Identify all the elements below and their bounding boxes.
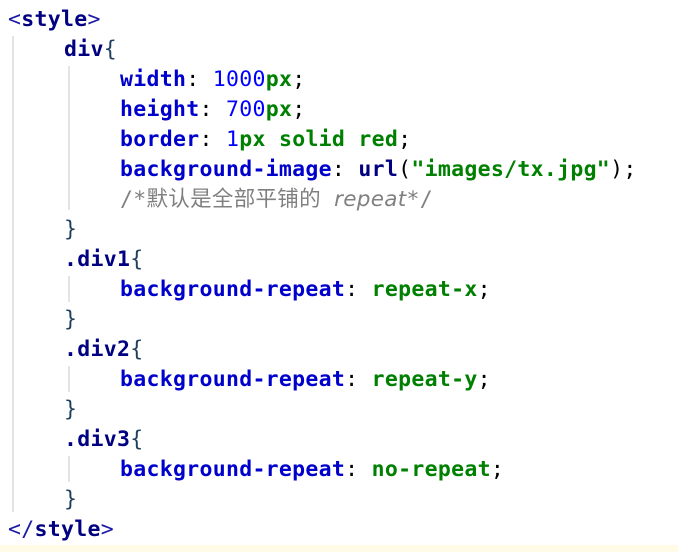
- unit-value: px: [265, 97, 293, 122]
- tag-name-style: style: [34, 517, 101, 542]
- css-selector-div2: .div2: [64, 337, 131, 362]
- keyword-value: no-repeat: [371, 457, 491, 482]
- code-line-18: </style>: [8, 515, 114, 545]
- function-name: url: [358, 157, 399, 182]
- keyword-value: repeat-x: [371, 277, 478, 302]
- code-line-3: width: 1000px;: [120, 65, 305, 95]
- tag-name-style: style: [21, 7, 88, 32]
- css-property: border: [120, 127, 200, 152]
- indent-guide-div2: [68, 366, 70, 392]
- close-brace: }: [64, 397, 78, 422]
- code-line-9: .div1{: [64, 245, 143, 275]
- tag-open-bracket: </: [8, 517, 35, 542]
- keyword-value: px solid red: [239, 127, 399, 152]
- css-property: background-repeat: [120, 277, 346, 302]
- semicolon: ;: [623, 157, 637, 182]
- code-line-12: .div2{: [64, 335, 143, 365]
- colon: :: [345, 457, 359, 482]
- indent-guide-div1: [68, 276, 70, 302]
- indent-guide-div: [68, 66, 70, 210]
- css-selector-div: div: [64, 37, 104, 62]
- colon: :: [199, 97, 213, 122]
- comment-text: /*默认是全部平铺的: [120, 187, 335, 212]
- indent-guide-div3: [68, 456, 70, 482]
- semicolon: ;: [292, 67, 306, 92]
- comment-italic-text: repeat: [334, 187, 407, 212]
- code-line-10: background-repeat: repeat-x;: [120, 275, 491, 305]
- semicolon: ;: [398, 127, 412, 152]
- semicolon: ;: [477, 367, 491, 392]
- semicolon: ;: [490, 457, 505, 482]
- css-property: background-repeat: [120, 457, 346, 482]
- tag-close-bracket: >: [100, 517, 114, 542]
- close-brace: }: [64, 217, 78, 242]
- code-line-8: }: [64, 215, 77, 245]
- indent-guide-outer: [12, 36, 14, 512]
- number-value: 700: [225, 97, 266, 122]
- css-property: height: [120, 97, 200, 122]
- close-paren: ): [610, 157, 624, 182]
- number-value: 1000: [212, 67, 266, 92]
- code-line-4: height: 700px;: [120, 95, 305, 125]
- code-line-11: }: [64, 305, 77, 335]
- tag-close-bracket: >: [87, 7, 101, 32]
- comment-end: */: [406, 187, 433, 212]
- close-brace: }: [64, 487, 78, 512]
- open-brace: {: [130, 427, 144, 452]
- colon: :: [186, 67, 200, 92]
- colon: :: [331, 157, 346, 182]
- code-line-2: div{: [64, 35, 117, 65]
- code-line-15: .div3{: [64, 425, 143, 455]
- colon: :: [345, 277, 359, 302]
- close-brace: }: [64, 307, 78, 332]
- code-line-14: }: [64, 395, 77, 425]
- unit-value: px: [265, 67, 293, 92]
- code-line-6: background-image: url("images/tx.jpg");: [120, 155, 637, 185]
- css-selector-div1: .div1: [64, 247, 131, 272]
- code-editor[interactable]: <style> div{ width: 1000px; height: 700p…: [0, 0, 678, 552]
- open-brace: {: [130, 247, 144, 272]
- css-property: width: [120, 67, 187, 92]
- open-brace: {: [103, 37, 117, 62]
- current-line-highlight: [0, 545, 678, 552]
- tag-open-bracket: <: [8, 7, 22, 32]
- keyword-value: repeat-y: [371, 367, 478, 392]
- code-line-1: <style>: [8, 5, 101, 35]
- semicolon: ;: [292, 97, 306, 122]
- open-paren: (: [398, 157, 412, 182]
- css-selector-div3: .div3: [64, 427, 131, 452]
- semicolon: ;: [477, 277, 491, 302]
- open-brace: {: [130, 337, 144, 362]
- code-line-13: background-repeat: repeat-y;: [120, 365, 491, 395]
- code-line-17: }: [64, 485, 77, 515]
- code-line-7: /*默认是全部平铺的 repeat*/: [120, 185, 433, 215]
- string-value: "images/tx.jpg": [411, 157, 611, 182]
- colon: :: [199, 127, 213, 152]
- colon: :: [345, 367, 359, 392]
- code-line-16: background-repeat: no-repeat;: [120, 455, 504, 485]
- css-property: background-image: [120, 157, 332, 182]
- code-line-5: border: 1px solid red;: [120, 125, 411, 155]
- number-value: 1: [225, 127, 240, 152]
- css-property: background-repeat: [120, 367, 346, 392]
